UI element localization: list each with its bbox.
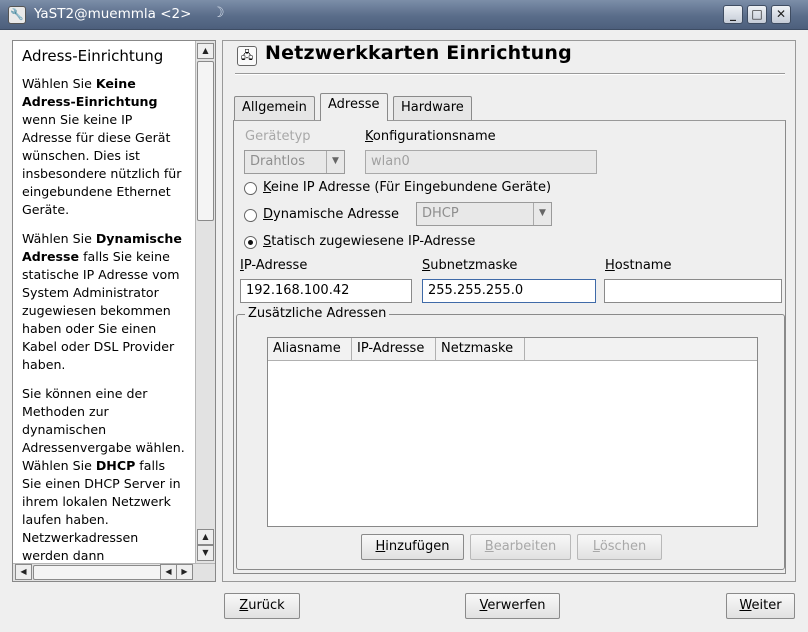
tab-content: Gerätetyp Drahtlos ▼ Konfigurationsname … [233,120,786,574]
delete-button[interactable]: Löschen [577,534,662,560]
minimize-button[interactable]: _ [723,5,743,24]
chevron-down-icon: ▼ [326,151,344,173]
yast-icon[interactable]: 🔧 [8,6,26,24]
scroll-left-icon[interactable]: ◀ [15,564,32,580]
radio-no-address[interactable] [244,182,257,195]
tab-adresse[interactable]: Adresse [320,93,388,121]
help-paragraph: Wählen Sie Keine Adress-Einrichtung wenn… [22,76,182,217]
scroll-up-icon[interactable]: ▲ [197,529,214,545]
abort-button[interactable]: Verwerfen [465,593,560,619]
pin-icon[interactable]: ☽ [212,5,225,21]
next-button[interactable]: Weiter [726,593,795,619]
title-divider [235,73,785,75]
edit-button[interactable]: Bearbeiten [470,534,571,560]
ip-address-label: IP-Adresse [240,258,308,273]
help-paragraph: Sie können eine der Methoden zur dynamis… [22,386,185,563]
help-text: Adress-Einrichtung Wählen Sie Keine Adre… [13,41,195,563]
scroll-thumb[interactable] [197,61,214,221]
scroll-left-icon[interactable]: ◀ [160,564,177,580]
additional-addresses-title: Zusätzliche Adressen [245,306,390,321]
device-type-label: Gerätetyp [245,129,311,144]
chevron-down-icon: ▼ [533,203,551,225]
additional-addresses-group: Zusätzliche Adressen Aliasname IP-Adress… [236,306,785,570]
dynamic-method-select[interactable]: DHCP ▼ [416,202,552,226]
window-title: YaST2@muemmla <2> [34,6,192,22]
help-paragraph: Wählen Sie Dynamische Adresse falls Sie … [22,231,182,372]
ip-address-input[interactable]: 192.168.100.42 [240,279,412,303]
alias-table[interactable]: Aliasname IP-Adresse Netzmaske [267,337,758,527]
tab-allgemein[interactable]: Allgemein [234,96,315,120]
radio-static-address-label[interactable]: Statisch zugewiesene IP-Adresse [263,234,475,249]
config-name-label: Konfigurationsname [365,129,496,144]
config-name-field: wlan0 [365,150,597,174]
back-button[interactable]: Zurück [224,593,300,619]
column-netmask[interactable]: Netzmaske [436,338,525,360]
column-aliasname[interactable]: Aliasname [268,338,352,360]
scroll-down-icon[interactable]: ▼ [197,545,214,561]
table-header: Aliasname IP-Adresse Netzmaske [268,338,757,361]
hostname-label: Hostname [605,258,672,273]
radio-no-address-label[interactable]: Keine IP Adresse (Für Eingebundene Gerät… [263,180,551,195]
tab-hardware[interactable]: Hardware [393,96,472,120]
main-panel: 🖧 Netzwerkkarten Einrichtung Allgemein A… [222,40,796,582]
close-button[interactable]: ✕ [771,5,791,24]
help-panel: Adress-Einrichtung Wählen Sie Keine Adre… [12,40,216,582]
window-titlebar[interactable]: 🔧 YaST2@muemmla <2> ☽ _ □ ✕ [0,0,808,30]
help-vertical-scrollbar[interactable]: ▲ ▲ ▼ [195,41,215,563]
radio-dynamic-address-label[interactable]: Dynamische Adresse [263,207,399,222]
radio-static-address[interactable] [244,236,257,249]
scroll-up-icon[interactable]: ▲ [197,43,214,59]
scroll-right-icon[interactable]: ▶ [176,564,193,580]
hostname-input[interactable] [604,279,782,303]
page-title: Netzwerkkarten Einrichtung [265,42,572,64]
device-type-select[interactable]: Drahtlos ▼ [244,150,345,174]
column-ip-address[interactable]: IP-Adresse [352,338,436,360]
help-title: Adress-Einrichtung [22,47,164,65]
maximize-button[interactable]: □ [747,5,767,24]
scroll-thumb[interactable] [33,565,171,580]
network-card-icon: 🖧 [237,46,257,66]
add-button[interactable]: Hinzufügen [361,534,464,560]
netmask-input[interactable]: 255.255.255.0 [422,279,596,303]
radio-dynamic-address[interactable] [244,209,257,222]
help-horizontal-scrollbar[interactable]: ◀ ◀ ▶ [13,563,215,581]
netmask-label: Subnetzmaske [422,258,518,273]
